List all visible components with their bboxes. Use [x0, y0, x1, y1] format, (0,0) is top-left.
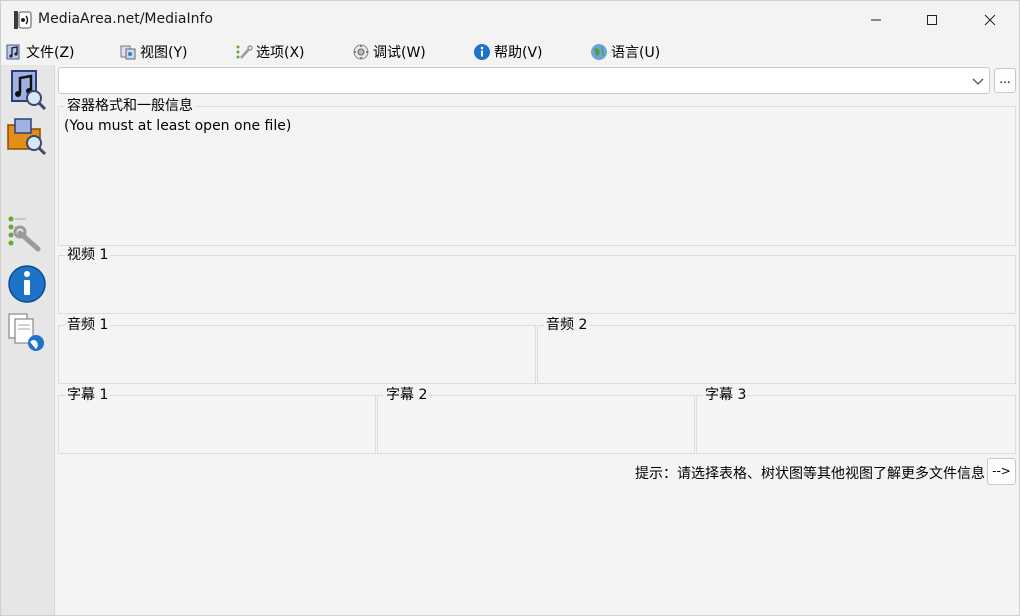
about-info-icon[interactable] [6, 263, 48, 305]
audio-1-group: 音频 1 [58, 316, 536, 384]
audio-2-group: 音频 2 [537, 316, 1016, 384]
more-views-button[interactable]: --> [987, 458, 1016, 485]
menu-help[interactable]: 帮助(V) [473, 42, 543, 62]
window-title: MediaArea.net/MediaInfo [38, 11, 213, 27]
audio-2-label: 音频 2 [544, 316, 590, 334]
view-icon [120, 45, 136, 60]
general-info-group: 容器格式和一般信息 (You must at least open one fi… [58, 97, 1016, 246]
text-2-group: 字幕 2 [377, 386, 695, 454]
menu-options[interactable]: 选项(X) [235, 42, 305, 62]
menu-help-label: 帮助(V) [494, 45, 543, 61]
general-info-label: 容器格式和一般信息 [65, 97, 195, 115]
menu-bar: 文件(Z) 视图(Y) 选项(X) 调试(W) 帮助(V) 语言(U) [1, 39, 1019, 65]
close-button[interactable] [961, 1, 1019, 39]
text-2-label: 字幕 2 [384, 386, 430, 404]
menu-language[interactable]: 语言(U) [590, 42, 660, 62]
hint-text: 提示：请选择表格、树状图等其他视图了解更多文件信息 [635, 466, 985, 482]
file-music-icon [6, 44, 20, 60]
menu-options-label: 选项(X) [256, 45, 305, 61]
minimize-button[interactable] [847, 1, 905, 39]
menu-view-label: 视图(Y) [140, 45, 188, 61]
menu-debug-label: 调试(W) [373, 45, 426, 61]
open-folder-icon[interactable] [6, 115, 48, 157]
menu-debug[interactable]: 调试(W) [352, 42, 426, 62]
options-icon [236, 45, 253, 59]
app-window: MediaArea.net/MediaInfo 文件(Z) 视图(Y) 选项(X… [0, 0, 1020, 616]
general-info-text: (You must at least open one file) [64, 118, 292, 134]
text-1-group: 字幕 1 [58, 386, 376, 454]
maximize-button[interactable] [903, 1, 961, 39]
menu-view[interactable]: 视图(Y) [119, 42, 187, 62]
minimize-icon [871, 19, 881, 21]
audio-1-label: 音频 1 [65, 316, 111, 334]
language-globe-icon [591, 44, 607, 60]
video-1-label: 视频 1 [65, 246, 111, 264]
chevron-down-icon [972, 78, 984, 85]
help-icon [474, 44, 490, 60]
text-1-label: 字幕 1 [65, 386, 111, 404]
export-web-icon[interactable] [6, 311, 48, 353]
menu-file-label: 文件(Z) [26, 45, 75, 61]
file-select-combobox[interactable] [58, 67, 990, 94]
debug-icon [353, 44, 369, 60]
menu-language-label: 语言(U) [611, 45, 661, 61]
mediainfo-logo-icon [14, 11, 32, 29]
side-toolbar [1, 65, 55, 615]
main-content: ... 容器格式和一般信息 (You must at least open on… [55, 65, 1019, 615]
preferences-icon[interactable] [6, 213, 48, 255]
open-file-icon[interactable] [6, 69, 48, 111]
maximize-icon [927, 15, 937, 25]
title-bar: MediaArea.net/MediaInfo [1, 1, 1019, 39]
video-1-group: 视频 1 [58, 246, 1016, 314]
browse-button[interactable]: ... [994, 68, 1016, 93]
text-3-label: 字幕 3 [703, 386, 749, 404]
menu-file[interactable]: 文件(Z) [5, 42, 75, 62]
close-icon [984, 14, 996, 26]
text-3-group: 字幕 3 [696, 386, 1016, 454]
